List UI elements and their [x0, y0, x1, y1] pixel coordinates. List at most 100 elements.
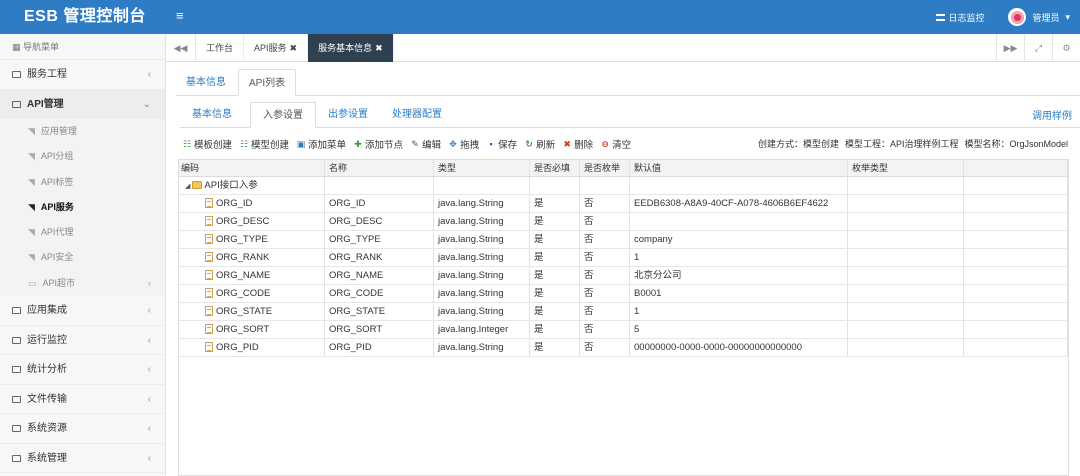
- inner-tab-input-params[interactable]: 入参设置: [250, 102, 316, 128]
- tree-root-row[interactable]: ◢ API接口入参: [179, 177, 1068, 195]
- page-tabs: 工作台 API服务 ✖ 服务基本信息 ✖: [196, 34, 394, 62]
- add-menu-button[interactable]: ▣ 添加菜单: [296, 137, 346, 151]
- table-cell: 是: [530, 249, 580, 266]
- model-create-button[interactable]: ☷ 模型创建: [239, 137, 289, 151]
- tag-icon: ◥: [28, 176, 35, 187]
- gear-icon[interactable]: ⚙: [1052, 34, 1080, 62]
- refresh-button[interactable]: ↻ 刷新: [524, 137, 555, 151]
- sidebar-item-service-project[interactable]: 服务工程 ‹: [0, 60, 165, 90]
- tab-scroll-left-icon[interactable]: ◀◀: [166, 34, 196, 62]
- table-cell: 5: [630, 321, 848, 338]
- table-row[interactable]: ORG_TYPE ORG_TYPE java.lang.String 是否 compan…: [179, 231, 1068, 249]
- sidebar-item-file-transfer[interactable]: 文件传输 ‹: [0, 385, 165, 415]
- table-icon: ☷: [182, 139, 192, 149]
- sidebar-item-system-resources[interactable]: 系统资源 ‹: [0, 414, 165, 444]
- caret-down-icon[interactable]: ▾: [1065, 12, 1070, 23]
- clear-button[interactable]: ⊖ 清空: [600, 137, 631, 151]
- sidebar-subitem-api-market[interactable]: ▭ API超市 ‹: [0, 270, 165, 297]
- column-header[interactable]: 默认值: [630, 160, 848, 176]
- sidebar-subitem-api-group[interactable]: ◥ API分组: [0, 144, 165, 170]
- app-logo: ESB 管理控制台: [24, 8, 146, 25]
- table-row[interactable]: ORG_STATE ORG_STATE java.lang.String 是否 1: [179, 303, 1068, 321]
- table-row[interactable]: ORG_DESC ORG_DESC java.lang.String 是否: [179, 213, 1068, 231]
- inner-tab-processor-config[interactable]: 处理器配置: [380, 102, 454, 128]
- file-add-icon: ✚: [354, 139, 362, 149]
- table-row[interactable]: ORG_CODE ORG_CODE java.lang.String 是否 B0001: [179, 285, 1068, 303]
- model-name: 模型名称：OrgJsonModel: [964, 139, 1068, 149]
- table-row[interactable]: ORG_SORT ORG_SORT java.lang.Integer 是否 5: [179, 321, 1068, 339]
- table-row[interactable]: ORG_RANK ORG_RANK java.lang.String 是否 1: [179, 249, 1068, 267]
- fullscreen-icon[interactable]: ⤢: [1024, 34, 1052, 62]
- table-cell: 否: [580, 339, 630, 356]
- table-cell: [848, 321, 964, 338]
- log-monitor-link[interactable]: 日志监控: [936, 11, 984, 24]
- save-button[interactable]: ▪ 保存: [486, 137, 517, 151]
- window-add-icon: ▣: [296, 139, 306, 149]
- nav-header: ▦ 导航菜单: [0, 34, 165, 60]
- inner-tab-basic-info[interactable]: 基本信息: [180, 102, 244, 128]
- chevron-left-icon: ‹: [148, 277, 151, 288]
- file-icon: [205, 216, 213, 226]
- table-cell: java.lang.String: [434, 285, 530, 302]
- column-header[interactable]: 编码: [179, 160, 325, 176]
- table-cell: EEDB6308-A8A9-40CF-A078-4606B6EF4622: [630, 195, 848, 212]
- drag-icon: ✥: [449, 139, 457, 149]
- outer-tab-basic-info[interactable]: 基本信息: [176, 69, 236, 96]
- table-cell: ORG_RANK: [325, 249, 434, 266]
- column-header[interactable]: 名称: [325, 160, 434, 176]
- avatar[interactable]: [1008, 8, 1027, 26]
- column-header[interactable]: 类型: [434, 160, 530, 176]
- sidebar-item-runtime-monitor[interactable]: 运行监控 ‹: [0, 326, 165, 356]
- table-row[interactable]: ORG_NAME ORG_NAME java.lang.String 是否北京分公司: [179, 267, 1068, 285]
- sidebar-subitem-api-service[interactable]: ◥ API服务: [0, 194, 165, 221]
- chevron-left-icon: ‹: [147, 452, 151, 464]
- table-cell: 否: [580, 321, 630, 338]
- sidebar-item-system-management[interactable]: 系统管理 ‹: [0, 444, 165, 474]
- menu-toggle-icon[interactable]: ≡: [176, 0, 184, 32]
- sidebar-subitem-api-proxy[interactable]: ◥ API代理: [0, 220, 165, 246]
- sidebar-subitem-app-management[interactable]: ◥ 应用管理: [0, 119, 165, 145]
- add-node-button[interactable]: ✚ 添加节点: [353, 137, 403, 151]
- user-name[interactable]: 管理员: [1032, 11, 1059, 24]
- column-header[interactable]: 枚举类型: [848, 160, 964, 176]
- column-header[interactable]: 是否枚举: [580, 160, 630, 176]
- table-row[interactable]: ORG_ID ORG_ID java.lang.String 是否 EEDB6308-A…: [179, 195, 1068, 213]
- delete-button[interactable]: ✖ 删除: [562, 137, 593, 151]
- file-icon: [205, 288, 213, 298]
- tab-workbench[interactable]: 工作台: [196, 34, 245, 62]
- file-icon: [205, 306, 213, 316]
- sidebar-subitem-api-security[interactable]: ◥ API安全: [0, 245, 165, 271]
- close-icon[interactable]: ✖: [375, 43, 383, 53]
- edit-button[interactable]: ✎ 编辑: [410, 137, 441, 151]
- table-cell: java.lang.String: [434, 339, 530, 356]
- column-header[interactable]: 是否必填: [530, 160, 580, 176]
- create-mode: 创建方式：模型创建: [757, 139, 839, 149]
- sidebar-item-app-integration[interactable]: 应用集成 ‹: [0, 296, 165, 326]
- expand-triangle-icon[interactable]: ◢: [185, 178, 190, 194]
- call-sample-link[interactable]: 调用样例: [1032, 107, 1072, 122]
- tag-icon: ◥: [28, 252, 35, 263]
- tab-scroll-right-icon[interactable]: ▶▶: [996, 34, 1024, 62]
- template-create-button[interactable]: ☷ 模板创建: [182, 137, 232, 151]
- table-row[interactable]: ORG_PID ORG_PID java.lang.String 是否 00000000…: [179, 339, 1068, 357]
- drag-button[interactable]: ✥ 拖拽: [448, 137, 479, 151]
- chevron-left-icon: ‹: [147, 69, 151, 80]
- sidebar-subitem-api-tag[interactable]: ◥ API标签: [0, 169, 165, 195]
- tab-tools: ▶▶ ⤢ ⚙: [996, 34, 1080, 62]
- column-header: [964, 160, 1068, 176]
- table-cell: company: [630, 231, 848, 248]
- sidebar-item-statistics[interactable]: 统计分析 ‹: [0, 355, 165, 385]
- inner-tab-output-params[interactable]: 出参设置: [316, 102, 380, 128]
- close-icon[interactable]: ✖: [290, 43, 298, 53]
- table-cell: [848, 267, 964, 284]
- table-cell: [630, 213, 848, 230]
- sidebar-item-api-management[interactable]: API管理 ⌄: [0, 89, 165, 119]
- table-icon: ☷: [239, 139, 249, 149]
- table-cell: 是: [530, 231, 580, 248]
- tab-service-info[interactable]: 服务基本信息 ✖: [308, 34, 394, 62]
- outer-tab-api-list[interactable]: API列表: [238, 69, 297, 96]
- folder-icon: [12, 307, 21, 315]
- tab-api-service[interactable]: API服务 ✖: [244, 34, 309, 62]
- top-right-area: 日志监控 管理员 ▾: [936, 0, 1070, 34]
- tag-icon: ◥: [28, 126, 35, 136]
